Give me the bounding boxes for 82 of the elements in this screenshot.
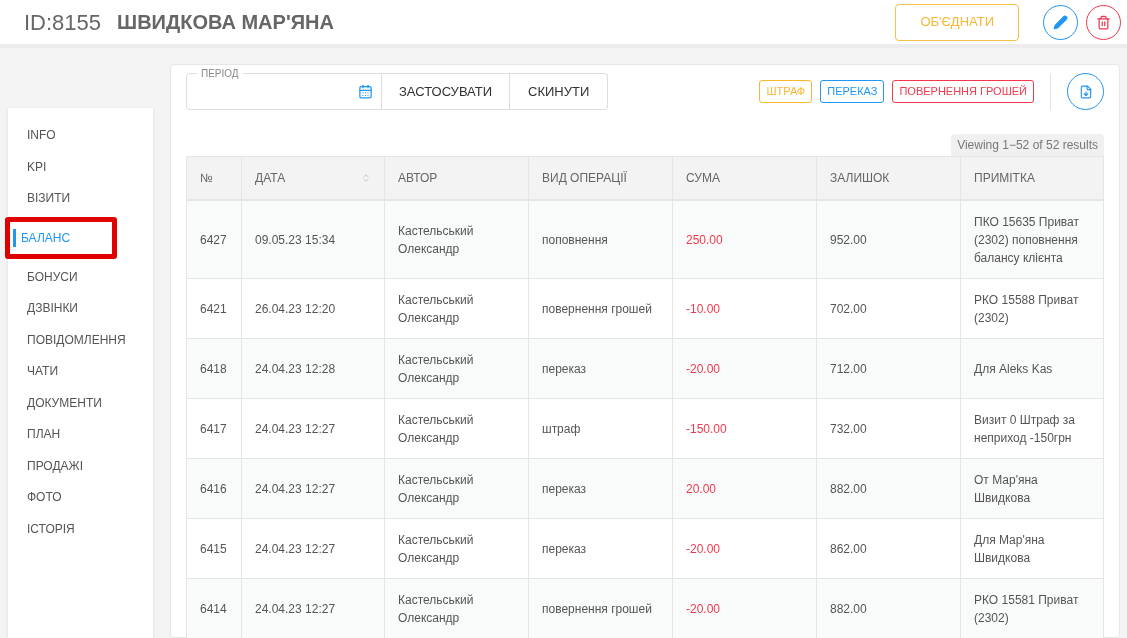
table-cell: повернення грошей [528, 279, 672, 338]
table-cell: переказ [528, 459, 672, 518]
results-summary: Viewing 1−52 of 52 results [951, 134, 1104, 156]
calendar-icon [358, 84, 373, 99]
column-header: АВТОР [384, 157, 528, 199]
table-cell: От Мар'яна Швидкова [960, 459, 1103, 518]
table-cell-text: 6418 [199, 360, 228, 378]
sidebar-tab[interactable]: ПРОДАЖІ [8, 456, 83, 475]
table-cell: переказ [528, 339, 672, 398]
table-cell: Кастельський Олександр [384, 279, 528, 338]
table-cell: 702.00 [816, 279, 960, 338]
sidebar-tab[interactable]: БОНУСИ [8, 267, 78, 286]
table-cell: 24.04.23 12:27 [241, 579, 384, 638]
column-header: СУМА [672, 157, 816, 199]
table-cell: 09.05.23 15:34 [241, 201, 384, 278]
table-cell: Для Мар'яна Швидкова [960, 519, 1103, 578]
table-cell: Визит 0 Штраф за неприход -150грн [960, 399, 1103, 458]
sidebar-tab[interactable]: ПЛАН [8, 425, 61, 444]
table-cell: штраф [528, 399, 672, 458]
sidebar-tab[interactable]: ВІЗИТИ [8, 189, 71, 208]
sidebar-tab[interactable]: ФОТО [8, 488, 62, 507]
sidebar-tab[interactable]: KPI [8, 157, 47, 176]
legend-tag: ПОВЕРНЕННЯ ГРОШЕЙ [892, 80, 1034, 103]
table-cell: 26.04.23 12:20 [241, 279, 384, 338]
column-header[interactable]: ДАТА [241, 157, 384, 199]
table-cell: РКО 15588 Приват (2302) [960, 279, 1103, 338]
table-cell: 24.04.23 12:27 [241, 519, 384, 578]
apply-button[interactable]: ЗАСТОСУВАТИ [382, 73, 511, 110]
table-cell: повернення грошей [528, 579, 672, 638]
sidebar-tab[interactable]: ДЗВІНКИ [8, 299, 78, 318]
table-cell: -20.00 [672, 339, 816, 398]
sidebar-tab[interactable]: ПОВІДОМЛЕННЯ [8, 330, 126, 349]
table-cell: 882.00 [816, 459, 960, 518]
table-cell: -20.00 [672, 579, 816, 638]
column-header: ЗАЛИШОК [816, 157, 960, 199]
sidebar-tab[interactable]: INFO [8, 126, 56, 145]
table-cell: 712.00 [816, 339, 960, 398]
table-cell-text: 6421 [199, 300, 228, 318]
column-header: № [199, 170, 214, 187]
table-cell: -10.00 [672, 279, 816, 338]
table-cell: 732.00 [816, 399, 960, 458]
table-cell: Кастельський Олександр [384, 579, 528, 638]
sidebar-tab[interactable]: ІСТОРІЯ [8, 519, 75, 538]
table-cell: 24.04.23 12:27 [241, 399, 384, 458]
sort-icon [361, 173, 371, 183]
table-cell: переказ [528, 519, 672, 578]
table-cell-text: 6417 [199, 420, 228, 438]
pencil-icon [1053, 14, 1068, 30]
sidebar-tab[interactable]: ЧАТИ [8, 362, 59, 381]
column-header: ПРИМІТКА [960, 157, 1103, 199]
table-cell: Кастельський Олександр [384, 339, 528, 398]
table-cell: -150.00 [672, 399, 816, 458]
table-cell: Кастельський Олександр [384, 399, 528, 458]
client-id: ID:8155 [24, 8, 102, 37]
table-cell: РКО 15581 Приват (2302) [960, 579, 1103, 638]
table-cell-text: 6416 [199, 480, 228, 498]
period-label: ПЕРІОД [197, 66, 243, 81]
table-cell-text: 6414 [199, 600, 228, 618]
table-cell: 862.00 [816, 519, 960, 578]
table-cell: 20.00 [672, 459, 816, 518]
table-cell: 24.04.23 12:27 [241, 459, 384, 518]
table-cell: 952.00 [816, 201, 960, 278]
trash-icon [1096, 14, 1111, 30]
file-download-icon [1078, 84, 1093, 99]
table-cell: 882.00 [816, 579, 960, 638]
client-name: ШВИДКОВА МАР'ЯНА [117, 10, 334, 35]
column-header: ВИД ОПЕРАЦІЇ [528, 157, 672, 199]
table-cell-text: 6427 [199, 231, 228, 249]
sidebar-tab[interactable]: ДОКУМЕНТИ [8, 393, 102, 412]
reset-button[interactable]: СКИНУТИ [510, 73, 609, 110]
table-cell-text: 6415 [199, 540, 228, 558]
table-cell: Кастельський Олександр [384, 519, 528, 578]
legend-tag: ПЕРЕКАЗ [820, 80, 885, 103]
table-cell: Кастельський Олександр [384, 459, 528, 518]
table-cell: ПКО 15635 Приват (2302) поповнення балансу клієнта [960, 201, 1103, 278]
table-cell: Кастельський Олександр [384, 201, 528, 278]
table-cell: 250.00 [672, 201, 816, 278]
legend-tag: ШТРАФ [759, 80, 813, 103]
table-cell: -20.00 [672, 519, 816, 578]
table-cell: поповнення [528, 201, 672, 278]
table-cell: Для Aleks Kas [960, 339, 1103, 398]
table-cell: 24.04.23 12:28 [241, 339, 384, 398]
